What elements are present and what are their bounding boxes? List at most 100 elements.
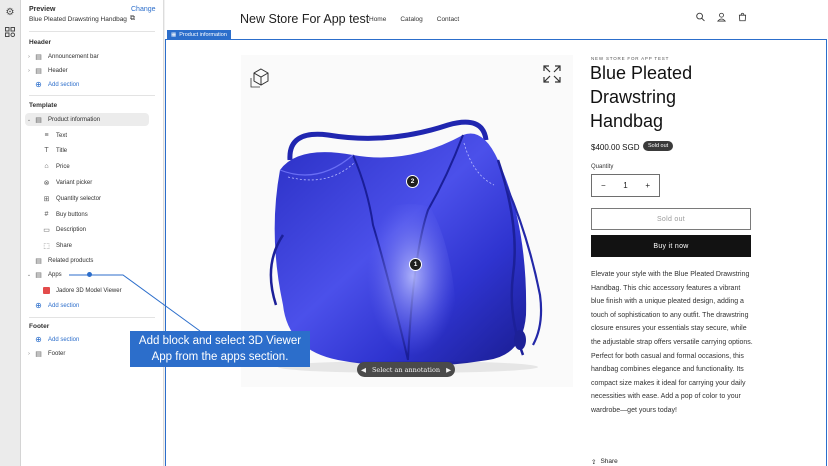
share-button[interactable]: ⇪ Share bbox=[591, 458, 618, 466]
external-link-icon[interactable]: ⧉ bbox=[130, 15, 135, 23]
quantity-stepper: − 1 + bbox=[591, 174, 660, 197]
text-lines-icon: ≡ bbox=[44, 132, 49, 139]
plus-circle-icon: ⊕ bbox=[35, 80, 42, 89]
sold-out-button[interactable]: Sold out bbox=[591, 208, 751, 230]
fullscreen-icon[interactable] bbox=[542, 64, 562, 84]
section-selection-tag[interactable]: ▦ Product information bbox=[167, 30, 231, 39]
quantity-minus-button[interactable]: − bbox=[601, 181, 606, 190]
sold-out-badge: Sold out bbox=[643, 141, 674, 151]
hashtag-icon: # bbox=[44, 211, 49, 218]
header-group-title: Header bbox=[29, 39, 52, 46]
chevron-down-icon[interactable]: ⌄ bbox=[25, 272, 33, 278]
block-item-buy-buttons[interactable]: # Buy buttons bbox=[41, 208, 149, 221]
sidebar-item-related-products[interactable]: ▤ Related products bbox=[25, 254, 149, 267]
section-icon: ▤ bbox=[35, 53, 42, 61]
footer-group-title: Footer bbox=[29, 323, 50, 330]
apps-grid-icon[interactable] bbox=[4, 26, 16, 38]
quantity-input[interactable]: 1 bbox=[623, 181, 627, 190]
block-item-jadore-3d-viewer[interactable]: Jadore 3D Model Viewer bbox=[41, 284, 149, 297]
chevron-right-icon[interactable]: › bbox=[25, 351, 33, 357]
next-annotation-icon[interactable]: ▶ bbox=[446, 366, 451, 374]
add-section-label: Add section bbox=[48, 336, 80, 343]
block-label: Share bbox=[56, 242, 73, 249]
add-section-label: Add section bbox=[48, 81, 80, 88]
product-price: $400.00 SGD bbox=[591, 143, 640, 152]
section-icon: ▤ bbox=[35, 116, 42, 124]
section-icon: ▤ bbox=[35, 67, 42, 75]
cart-icon[interactable] bbox=[738, 12, 747, 21]
product-description: Elevate your style with the Blue Pleated… bbox=[591, 271, 753, 414]
sidebar-item-label: Related products bbox=[48, 257, 94, 264]
sidebar-item-label: Footer bbox=[48, 350, 66, 357]
sidebar-item-header[interactable]: › ▤ Header bbox=[25, 64, 149, 77]
block-label: Title bbox=[56, 147, 68, 154]
quantity-label: Quantity bbox=[591, 164, 614, 170]
nav-catalog[interactable]: Catalog bbox=[400, 16, 422, 23]
plus-circle-icon: ⊕ bbox=[35, 335, 42, 344]
sidebar-item-label: Product information bbox=[48, 116, 101, 123]
add-section-header[interactable]: ⊕ Add section bbox=[25, 78, 149, 91]
search-icon[interactable] bbox=[696, 12, 705, 21]
3d-cube-icon[interactable] bbox=[250, 66, 272, 88]
block-label: Description bbox=[56, 226, 87, 233]
account-icon[interactable] bbox=[717, 12, 726, 21]
store-preview: New Store For App test Home Catalog Cont… bbox=[165, 0, 828, 466]
product-title: Blue Pleated Drawstring Handbag bbox=[590, 63, 693, 131]
section-icon: ▤ bbox=[35, 271, 42, 279]
chevron-right-icon[interactable]: › bbox=[25, 68, 33, 74]
block-label: Variant picker bbox=[56, 179, 93, 186]
settings-icon[interactable]: ⚙ bbox=[4, 6, 16, 18]
sidebar-item-label: Apps bbox=[48, 271, 62, 278]
block-item-description[interactable]: ▭ Description bbox=[41, 223, 149, 236]
block-label: Quantity selector bbox=[56, 195, 102, 202]
sidebar-item-product-information[interactable]: ⌄ ▤ Product information bbox=[25, 113, 149, 126]
add-section-template[interactable]: ⊕ Add section bbox=[25, 299, 149, 312]
block-item-price[interactable]: ⌂ Price bbox=[41, 160, 149, 173]
left-rail: ⚙ bbox=[0, 0, 21, 466]
change-link[interactable]: Change bbox=[131, 6, 156, 13]
theme-editor: ⚙ Preview Change Blue Pleated Drawstring… bbox=[0, 0, 828, 466]
share-label: Share bbox=[600, 458, 618, 465]
quantity-icon: ⊞ bbox=[43, 195, 50, 203]
callout-anchor-dot bbox=[87, 272, 92, 277]
quantity-plus-button[interactable]: + bbox=[645, 181, 650, 190]
block-label: Text bbox=[56, 132, 68, 139]
store-title[interactable]: New Store For App test bbox=[240, 12, 369, 26]
section-icon: ▤ bbox=[35, 257, 42, 265]
section-tag-icon: ▦ bbox=[171, 31, 177, 38]
nav-home[interactable]: Home bbox=[369, 16, 386, 23]
block-item-share[interactable]: ⬚ Share bbox=[41, 239, 149, 252]
price-tag-icon: ⌂ bbox=[44, 163, 49, 170]
sidebar-item-label: Header bbox=[48, 67, 68, 74]
variant-icon: ⊗ bbox=[43, 179, 50, 187]
annotation-hotspot-2[interactable]: 2 bbox=[406, 175, 419, 188]
buy-it-now-button[interactable]: Buy it now bbox=[591, 235, 751, 257]
title-icon: T bbox=[44, 147, 49, 154]
instruction-callout: Add block and select 3D Viewer App from … bbox=[130, 331, 310, 367]
block-item-quantity-selector[interactable]: ⊞ Quantity selector bbox=[41, 192, 149, 205]
divider bbox=[29, 317, 155, 318]
annotation-hotspot-1[interactable]: 1 bbox=[409, 258, 422, 271]
block-item-text[interactable]: ≡ Text bbox=[41, 129, 149, 142]
template-group-title: Template bbox=[29, 102, 58, 109]
app-icon bbox=[41, 286, 52, 295]
editor-sidebar: Preview Change Blue Pleated Drawstring H… bbox=[21, 0, 164, 466]
block-item-title[interactable]: T Title bbox=[41, 144, 149, 157]
preview-product-name: Blue Pleated Drawstring Handbag bbox=[29, 16, 127, 23]
chevron-right-icon[interactable]: › bbox=[25, 54, 33, 60]
block-item-variant-picker[interactable]: ⊗ Variant picker bbox=[41, 176, 149, 189]
block-label: Buy buttons bbox=[56, 211, 88, 218]
previous-annotation-icon[interactable]: ◀ bbox=[361, 366, 366, 374]
block-label: Price bbox=[56, 163, 70, 170]
divider bbox=[29, 31, 155, 32]
annotation-navigator[interactable]: ◀ Select an annotation ▶ bbox=[357, 362, 455, 377]
nav-contact[interactable]: Contact bbox=[437, 16, 459, 23]
sidebar-item-label: Announcement bar bbox=[48, 53, 99, 60]
section-tag-label: Product information bbox=[179, 31, 227, 38]
add-section-label: Add section bbox=[48, 302, 80, 309]
block-label: Jadore 3D Model Viewer bbox=[56, 287, 122, 294]
preview-label: Preview bbox=[29, 6, 56, 13]
sidebar-item-announcement-bar[interactable]: › ▤ Announcement bar bbox=[25, 50, 149, 63]
description-icon: ▭ bbox=[43, 226, 50, 234]
chevron-down-icon[interactable]: ⌄ bbox=[25, 117, 33, 123]
